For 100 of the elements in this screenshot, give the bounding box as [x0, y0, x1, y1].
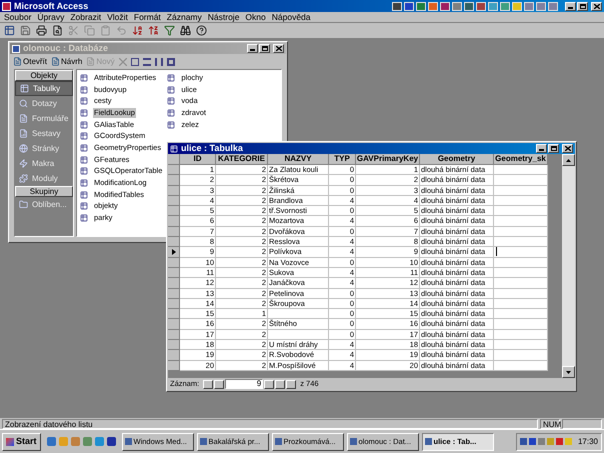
table-icon	[20, 84, 29, 93]
maximize-button[interactable]	[259, 44, 270, 53]
table-cell	[268, 330, 329, 340]
toolbar-button[interactable]: Návrh	[51, 57, 82, 66]
help-icon[interactable]	[196, 25, 207, 36]
next-record-button[interactable]	[264, 380, 274, 388]
menu-item[interactable]: Nástroje	[208, 12, 240, 22]
minimize-button[interactable]	[247, 44, 258, 53]
windows-logo-icon	[6, 438, 14, 446]
group-header[interactable]: Skupiny	[15, 186, 73, 197]
minimize-button[interactable]	[536, 144, 547, 153]
column-header[interactable]: Geometry_sk	[494, 154, 548, 165]
app-icon	[350, 438, 357, 445]
table-icon	[167, 86, 176, 94]
app-icon	[274, 438, 282, 445]
last-record-button[interactable]	[275, 380, 286, 388]
minimize-button[interactable]	[565, 2, 576, 10]
column-header[interactable]: NAZVY	[268, 154, 329, 165]
save-icon[interactable]	[20, 25, 31, 36]
list-view-icon[interactable]	[154, 58, 163, 66]
column-header[interactable]: TYP	[329, 154, 356, 165]
close-button[interactable]	[273, 44, 284, 53]
maximize-button[interactable]	[548, 144, 559, 153]
table-icon	[80, 74, 88, 82]
column-header[interactable]: ID	[180, 154, 216, 165]
sort-descending-icon[interactable]	[148, 25, 159, 36]
table-cell	[494, 206, 548, 216]
close-icon	[564, 146, 570, 151]
object-item[interactable]: Tabulky	[15, 81, 73, 96]
menu-item[interactable]: Vložit	[107, 12, 128, 22]
table-cell	[494, 226, 548, 238]
first-record-button[interactable]	[203, 380, 214, 388]
record-selector[interactable]	[168, 247, 180, 258]
current-record-icon	[172, 249, 176, 256]
search-icon[interactable]	[180, 25, 191, 36]
record-number-field[interactable]: 9	[225, 379, 264, 389]
close-button[interactable]	[562, 144, 573, 153]
preview-icon[interactable]	[52, 25, 63, 36]
scroll-up-button[interactable]	[562, 154, 575, 166]
table-icon	[80, 86, 88, 94]
clock: 17:30	[578, 436, 598, 448]
table-icon	[80, 108, 88, 117]
table-icon	[80, 190, 88, 199]
form-icon	[19, 114, 28, 123]
table-icon	[80, 97, 88, 106]
table-icon	[167, 97, 176, 106]
menu-item[interactable]: Formát	[134, 12, 161, 22]
sort-ascending-icon[interactable]	[132, 25, 143, 36]
large-icons-icon[interactable]	[130, 58, 139, 66]
menu-item[interactable]: Nápověda	[272, 12, 311, 22]
app-icon	[124, 438, 132, 445]
table-cell	[494, 186, 548, 196]
filter-icon[interactable]	[164, 25, 175, 36]
table-icon	[170, 144, 178, 152]
table-cell	[494, 175, 548, 186]
table-cell	[494, 350, 548, 361]
menu-item[interactable]: Úpravy	[37, 12, 64, 22]
print-icon[interactable]	[36, 25, 47, 36]
previous-record-button[interactable]	[214, 380, 224, 388]
window-title: ulice : Tabulka	[181, 144, 243, 153]
table-icon	[167, 120, 176, 129]
status-text: Zobrazení datového listu	[2, 418, 538, 428]
menu-item[interactable]: Záznamy	[166, 12, 202, 22]
table-cell	[494, 196, 548, 206]
table-icon	[80, 120, 88, 129]
start-button[interactable]: Start	[2, 432, 41, 450]
table-icon	[80, 156, 88, 164]
close-icon	[594, 4, 600, 8]
menu-item[interactable]: Okno	[245, 12, 266, 22]
document-icon	[13, 57, 22, 66]
table-icon	[80, 214, 88, 222]
table-icon	[80, 167, 88, 176]
table-cell	[494, 216, 548, 227]
group-header[interactable]: Objekty	[15, 70, 73, 81]
table-icon	[167, 74, 176, 82]
folder-icon	[19, 200, 28, 209]
text-cursor	[496, 247, 497, 256]
small-icons-icon[interactable]	[142, 58, 151, 66]
close-button[interactable]	[591, 2, 602, 10]
table-cell	[494, 268, 548, 278]
up-arrow-icon	[566, 158, 571, 162]
table-icon	[167, 108, 176, 117]
menu-item[interactable]: Soubor	[4, 12, 32, 22]
down-arrow-icon	[566, 370, 571, 374]
maximize-button[interactable]	[577, 2, 588, 10]
column-header[interactable]: GAVPrimaryKey	[356, 154, 420, 165]
toolbar-button[interactable]: Otevřít	[13, 57, 48, 66]
vertical-scrollbar[interactable]	[562, 154, 575, 378]
menu-item[interactable]: Zobrazit	[70, 12, 102, 22]
column-header[interactable]: KATEGORIE	[216, 154, 268, 165]
table-cell	[494, 360, 548, 371]
new-record-button[interactable]	[286, 380, 296, 388]
select-all-corner[interactable]	[168, 154, 180, 165]
table-cell	[494, 309, 548, 320]
scroll-down-button[interactable]	[562, 366, 575, 378]
column-header[interactable]: Geometry	[420, 154, 494, 165]
document-icon	[86, 57, 96, 66]
table-cell	[494, 298, 548, 310]
details-view-icon[interactable]	[166, 58, 175, 66]
app-icon	[424, 438, 432, 445]
